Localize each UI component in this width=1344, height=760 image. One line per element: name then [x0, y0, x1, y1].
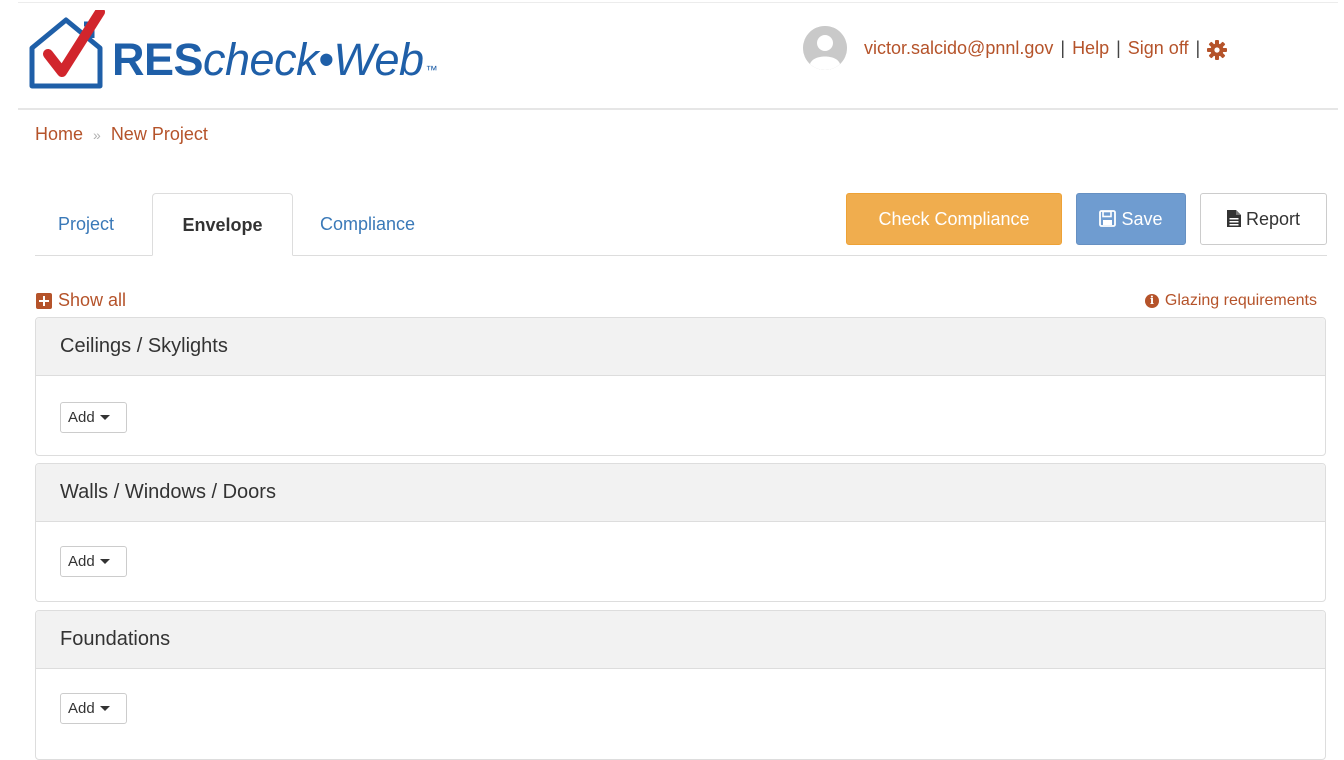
rescheck-logo[interactable]: REScheck•Web ™ [26, 10, 438, 90]
show-all-label: Show all [58, 290, 127, 310]
report-label: Report [1245, 209, 1301, 229]
save-label: Save [1121, 209, 1163, 229]
logo-wordmark: REScheck•Web ™ [112, 34, 438, 85]
floppy-disk-icon [1099, 210, 1117, 227]
tab-project[interactable]: Project [35, 193, 137, 255]
avatar[interactable] [803, 26, 847, 70]
panel-title[interactable]: Ceilings / Skylights [36, 318, 1325, 376]
tab-envelope[interactable]: Envelope [152, 193, 293, 256]
user-menu: victor.salcido@pnnl.gov | Help | Sign of… [803, 26, 1228, 70]
panel-walls-windows-doors: Walls / Windows / Doors Add [35, 463, 1326, 602]
breadcrumb-current[interactable]: New Project [111, 124, 208, 144]
logo-check-text: check•Web [203, 34, 424, 85]
caret-down-icon [99, 415, 110, 420]
report-button[interactable]: Report [1200, 193, 1327, 245]
help-link[interactable]: Help [1072, 38, 1109, 59]
panel-title[interactable]: Walls / Windows / Doors [36, 464, 1325, 522]
add-label: Add [68, 553, 95, 570]
panel-ceilings-skylights: Ceilings / Skylights Add [35, 317, 1326, 456]
top-border [18, 2, 1338, 3]
glazing-label: Glazing requirements [1164, 292, 1317, 309]
add-dropdown-button[interactable]: Add [60, 402, 127, 433]
user-silhouette-icon [803, 26, 847, 70]
add-label: Add [68, 409, 95, 426]
breadcrumb-separator: » [93, 127, 101, 143]
save-button[interactable]: Save [1076, 193, 1186, 245]
breadcrumb-home[interactable]: Home [35, 124, 83, 144]
document-icon [1226, 210, 1241, 227]
panel-title[interactable]: Foundations [36, 611, 1325, 669]
user-email-link[interactable]: victor.salcido@pnnl.gov [864, 38, 1053, 59]
separator: | [1116, 37, 1121, 58]
caret-down-icon [99, 559, 110, 564]
glazing-requirements-link[interactable]: i Glazing requirements [1144, 292, 1317, 310]
separator: | [1195, 37, 1201, 58]
info-icon: i [1144, 294, 1159, 308]
logo-res-text: RES [112, 34, 204, 85]
sign-off-link[interactable]: Sign off [1128, 38, 1189, 59]
house-check-icon [29, 10, 105, 89]
separator: | [1060, 37, 1066, 58]
logo-trademark: ™ [425, 63, 438, 77]
add-dropdown-button[interactable]: Add [60, 693, 127, 724]
header-divider [18, 108, 1338, 110]
check-compliance-button[interactable]: Check Compliance [846, 193, 1062, 245]
add-label: Add [68, 700, 95, 717]
gear-icon[interactable] [1207, 40, 1228, 60]
breadcrumb: Home » New Project [35, 124, 208, 145]
panel-foundations: Foundations Add [35, 610, 1326, 760]
add-dropdown-button[interactable]: Add [60, 546, 127, 577]
caret-down-icon [99, 706, 110, 711]
show-all-link[interactable]: Show all [36, 290, 126, 311]
plus-square-icon [36, 292, 52, 309]
tab-compliance[interactable]: Compliance [297, 193, 438, 255]
